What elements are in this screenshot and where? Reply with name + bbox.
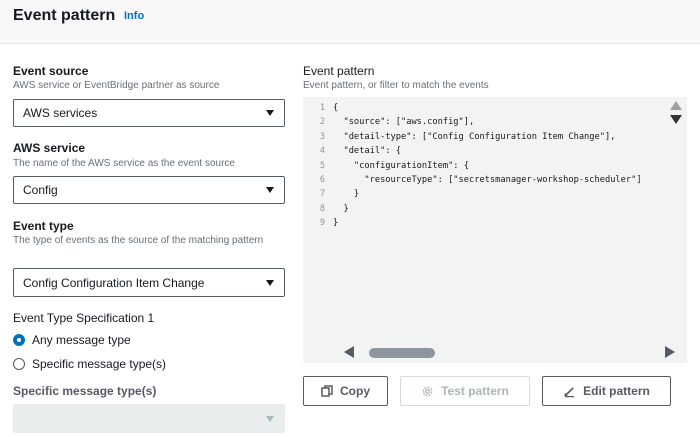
section-title: Event pattern bbox=[13, 7, 116, 24]
radio-checked-icon[interactable] bbox=[13, 334, 25, 346]
line-number: 6 bbox=[319, 174, 325, 185]
aws-service-select[interactable]: Config bbox=[13, 176, 285, 204]
info-link[interactable]: Info bbox=[124, 10, 144, 22]
event-source-label: Event source bbox=[13, 64, 89, 78]
event-type-label: Event type bbox=[13, 219, 74, 233]
code-line: "detail": { bbox=[333, 146, 401, 157]
aws-service-description: The name of the AWS service as the event… bbox=[13, 158, 235, 169]
line-number: 4 bbox=[319, 146, 325, 157]
event-source-value: AWS services bbox=[23, 106, 98, 120]
scroll-down-icon[interactable] bbox=[670, 115, 682, 124]
gear-icon bbox=[421, 385, 434, 398]
radio-specific-label: Specific message type(s) bbox=[32, 357, 167, 371]
code-content[interactable]: { "source": ["aws.config"], "detail-type… bbox=[333, 101, 661, 231]
code-line: "source": ["aws.config"], bbox=[333, 117, 475, 128]
section-header: Event pattern Info bbox=[0, 0, 700, 44]
line-number: 8 bbox=[319, 203, 325, 214]
code-line: "configurationItem": { bbox=[333, 160, 469, 171]
line-number: 5 bbox=[319, 160, 325, 171]
scroll-up-icon[interactable] bbox=[670, 101, 682, 110]
edit-pattern-button[interactable]: Edit pattern bbox=[542, 376, 671, 406]
spec-label: Event Type Specification 1 bbox=[13, 311, 155, 325]
specific-message-types-select bbox=[13, 404, 285, 433]
radio-any-message-type[interactable]: Any message type bbox=[13, 333, 131, 347]
event-type-select[interactable]: Config Configuration Item Change bbox=[13, 268, 285, 297]
code-line: "resourceType": ["secretsmanager-worksho… bbox=[333, 174, 642, 185]
line-number: 2 bbox=[319, 117, 325, 128]
scroll-right-icon[interactable] bbox=[665, 346, 675, 358]
line-number: 9 bbox=[319, 218, 325, 229]
code-line: { bbox=[333, 103, 339, 113]
line-number-gutter: 1 2 3 4 5 6 7 8 9 bbox=[303, 101, 328, 231]
caret-down-icon bbox=[266, 187, 274, 193]
event-type-description: The type of events as the source of the … bbox=[13, 235, 264, 246]
pattern-description: Event pattern, or filter to match the ev… bbox=[303, 80, 489, 91]
specific-message-types-label: Specific message type(s) bbox=[13, 384, 157, 398]
line-number: 3 bbox=[319, 131, 325, 142]
radio-specific-message-type[interactable]: Specific message type(s) bbox=[13, 357, 166, 371]
code-line: } bbox=[333, 218, 339, 229]
radio-any-label: Any message type bbox=[32, 333, 131, 347]
vertical-scrollbar[interactable] bbox=[665, 97, 687, 363]
code-editor[interactable]: 1 2 3 4 5 6 7 8 9 { "source": ["aws.conf… bbox=[303, 97, 687, 363]
pattern-label: Event pattern bbox=[303, 64, 375, 78]
code-line: } bbox=[333, 203, 349, 214]
line-number: 1 bbox=[319, 103, 325, 113]
test-pattern-label: Test pattern bbox=[441, 384, 509, 398]
copy-label: Copy bbox=[340, 384, 370, 398]
caret-down-icon bbox=[266, 279, 274, 286]
line-number: 7 bbox=[319, 189, 325, 200]
edit-pattern-label: Edit pattern bbox=[583, 384, 650, 398]
aws-service-value: Config bbox=[23, 183, 58, 197]
horizontal-scrollbar[interactable] bbox=[303, 341, 687, 363]
aws-service-label: AWS service bbox=[13, 141, 86, 155]
event-source-description: AWS service or EventBridge partner as so… bbox=[13, 80, 220, 91]
copy-button[interactable]: Copy bbox=[303, 376, 388, 406]
copy-icon bbox=[321, 385, 333, 397]
code-line: "detail-type": ["Config Configuration It… bbox=[333, 131, 616, 142]
scroll-left-icon[interactable] bbox=[344, 346, 354, 358]
event-source-select[interactable]: AWS services bbox=[13, 99, 285, 127]
pencil-icon bbox=[563, 385, 576, 398]
code-line: } bbox=[333, 189, 360, 200]
radio-unchecked-icon[interactable] bbox=[13, 358, 25, 370]
caret-down-icon bbox=[266, 110, 274, 116]
event-type-value: Config Configuration Item Change bbox=[23, 275, 205, 290]
caret-down-icon bbox=[266, 415, 274, 422]
test-pattern-button[interactable]: Test pattern bbox=[400, 376, 530, 406]
scrollbar-thumb[interactable] bbox=[369, 348, 435, 358]
